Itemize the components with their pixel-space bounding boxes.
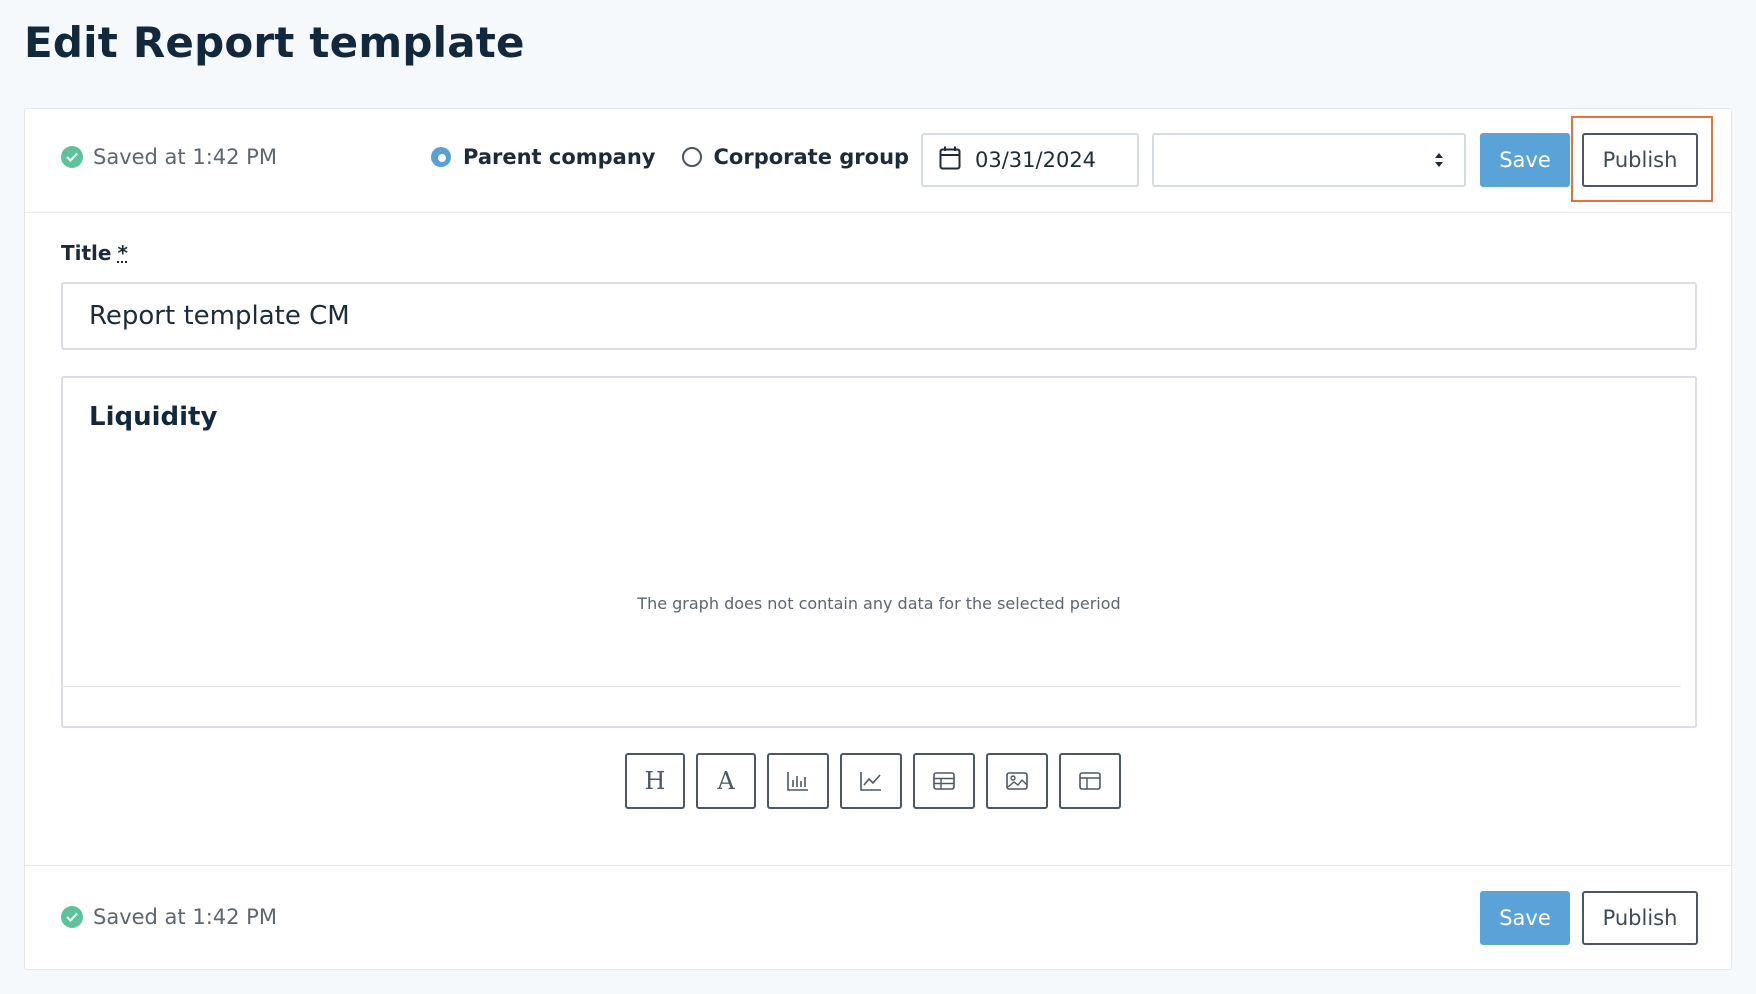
saved-status: Saved at 1:42 PM — [61, 145, 277, 169]
footer-save-button[interactable]: Save — [1480, 891, 1570, 945]
insert-image-button[interactable] — [986, 753, 1048, 809]
bottom-toolbar: Saved at 1:42 PM Save Publish — [25, 865, 1731, 969]
heading-icon: H — [644, 767, 666, 795]
chart-block-heading: Liquidity — [89, 402, 218, 432]
saved-status-text: Saved at 1:42 PM — [93, 145, 277, 169]
sort-arrows-icon — [1434, 152, 1444, 172]
check-circle-icon — [61, 146, 83, 168]
insert-bar-chart-button[interactable] — [767, 753, 829, 809]
image-icon — [1006, 772, 1028, 790]
report-editor-card: Saved at 1:42 PM Parent company Corporat… — [24, 108, 1732, 970]
empty-chart-message: The graph does not contain any data for … — [637, 594, 1121, 613]
footer-saved-status: Saved at 1:42 PM — [61, 905, 277, 929]
radio-corporate-group[interactable]: Corporate group — [681, 145, 910, 169]
publish-button[interactable]: Publish — [1582, 133, 1698, 187]
line-chart-icon — [860, 772, 881, 791]
scope-radio-group: Parent company Corporate group — [431, 145, 909, 169]
title-field-label: Title * — [61, 241, 128, 265]
date-value: 03/31/2024 — [975, 148, 1097, 172]
insert-toolbar: H A — [625, 753, 1121, 809]
date-input[interactable]: 03/31/2024 — [921, 133, 1139, 187]
save-button[interactable]: Save — [1480, 133, 1570, 187]
insert-layout-button[interactable] — [1059, 753, 1121, 809]
insert-line-chart-button[interactable] — [840, 753, 902, 809]
footer-publish-button[interactable]: Publish — [1582, 891, 1698, 945]
top-toolbar: Saved at 1:42 PM Parent company Corporat… — [25, 109, 1731, 213]
radio-checked-icon[interactable] — [431, 147, 451, 167]
text-icon: A — [717, 767, 735, 795]
page-title: Edit Report template — [24, 18, 525, 67]
bar-chart-icon — [787, 772, 808, 791]
period-select[interactable] — [1152, 133, 1466, 187]
radio-unchecked-icon[interactable] — [681, 147, 702, 167]
required-marker: * — [117, 241, 128, 265]
table-icon — [933, 772, 955, 790]
radio-parent-company-label: Parent company — [463, 145, 656, 169]
radio-corporate-group-label: Corporate group — [713, 145, 910, 169]
check-circle-icon — [61, 906, 83, 928]
footer-saved-status-text: Saved at 1:42 PM — [93, 905, 277, 929]
calendar-icon[interactable] — [939, 146, 961, 175]
layout-icon — [1079, 772, 1101, 790]
title-input[interactable]: Report template CM — [61, 282, 1697, 350]
radio-parent-company[interactable]: Parent company — [431, 145, 656, 169]
insert-text-button[interactable]: A — [696, 753, 756, 809]
insert-heading-button[interactable]: H — [625, 753, 685, 809]
insert-table-button[interactable] — [913, 753, 975, 809]
title-label-text: Title — [61, 241, 112, 265]
block-divider — [61, 686, 1681, 687]
chart-block[interactable]: Liquidity The graph does not contain any… — [61, 376, 1697, 728]
